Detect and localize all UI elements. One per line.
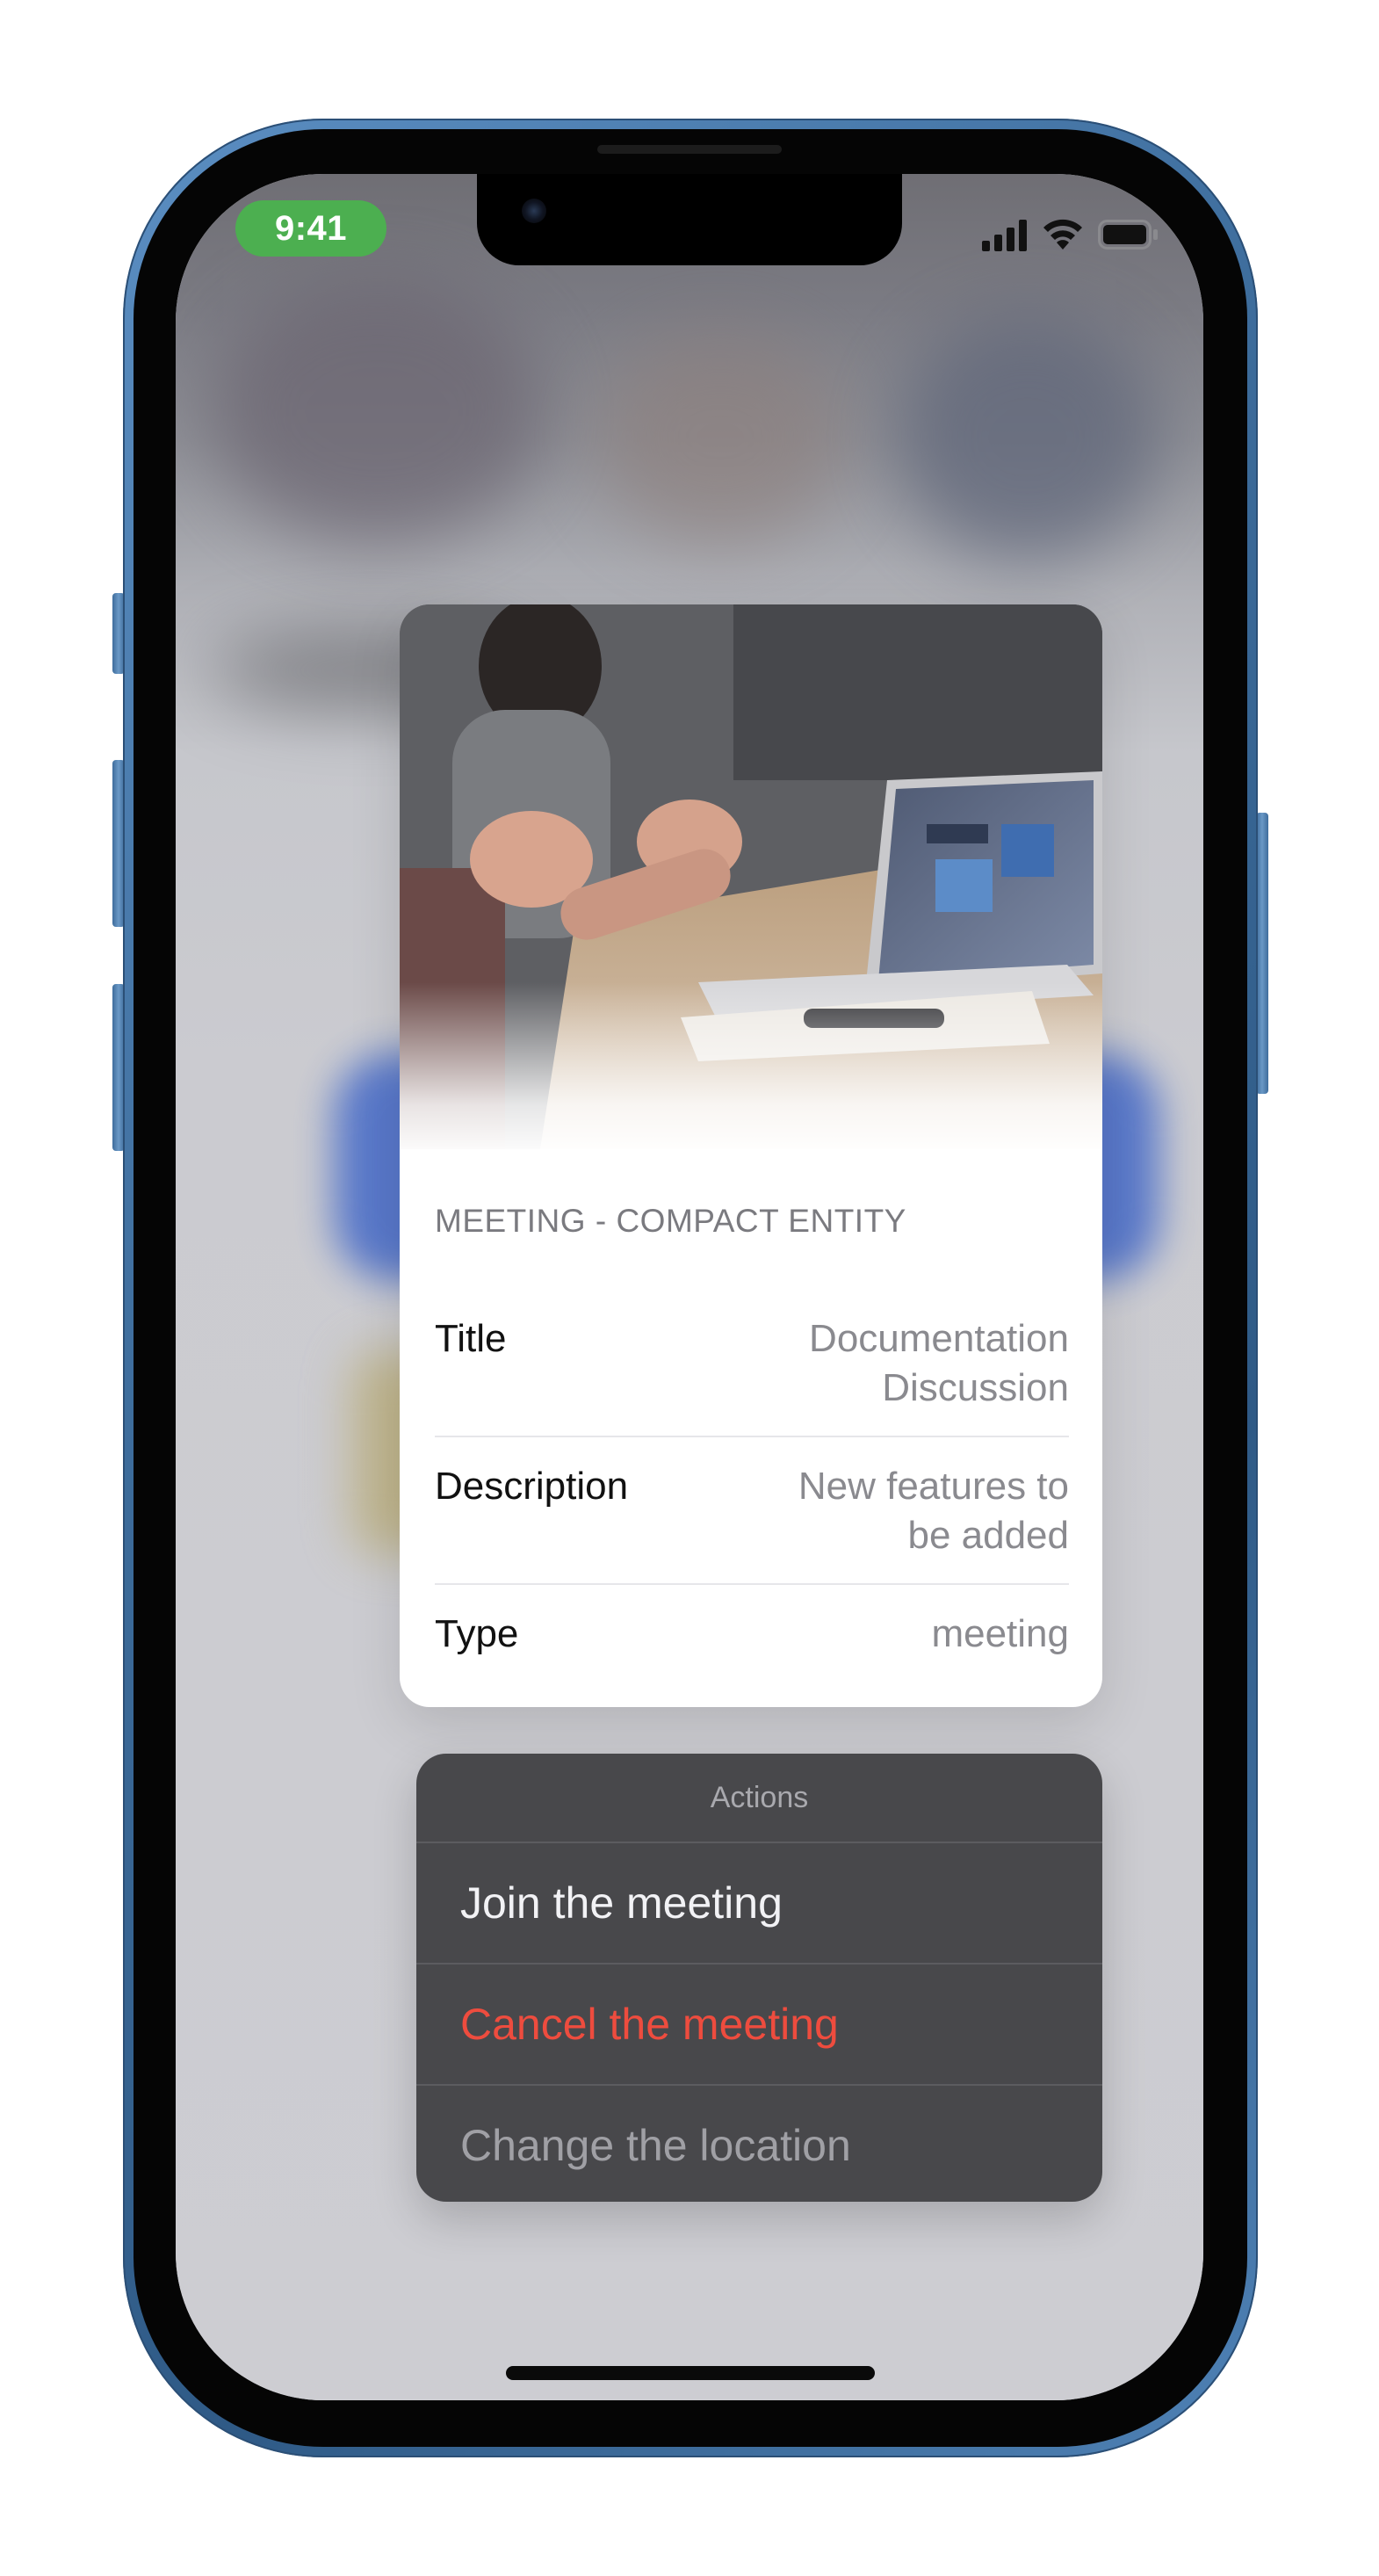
image-fade-overlay bbox=[400, 982, 1102, 1149]
power-button bbox=[1256, 813, 1268, 1094]
detail-key: Type bbox=[435, 1612, 519, 1655]
detail-row-title: Title Documentation Discussion bbox=[435, 1290, 1069, 1437]
detail-value-line: Discussion bbox=[882, 1366, 1069, 1409]
status-time: 9:41 bbox=[235, 200, 386, 257]
background-blur-shape bbox=[211, 279, 545, 543]
entity-details: MEETING - COMPACT ENTITY Title Documenta… bbox=[435, 1149, 1069, 1682]
battery-icon bbox=[1098, 220, 1158, 250]
actions-menu-title: Actions bbox=[416, 1754, 1102, 1843]
detail-value-line: Documentation bbox=[809, 1317, 1069, 1360]
actions-context-menu: Actions Join the meeting Cancel the meet… bbox=[416, 1754, 1102, 2202]
background-blur-shape bbox=[597, 332, 843, 543]
entity-preview-card[interactable]: MEETING - COMPACT ENTITY Title Documenta… bbox=[400, 604, 1102, 1707]
detail-value-line: New features to bbox=[798, 1465, 1069, 1508]
phone-screen: MEETING - COMPACT ENTITY Title Documenta… bbox=[176, 174, 1203, 2400]
home-indicator[interactable] bbox=[506, 2366, 875, 2380]
detail-row-type: Type meeting bbox=[435, 1585, 1069, 1682]
cellular-signal-icon bbox=[982, 220, 1027, 251]
detail-value: meeting bbox=[931, 1604, 1069, 1659]
front-camera bbox=[522, 199, 546, 223]
detail-value-line: be added bbox=[907, 1514, 1069, 1557]
meeting-photo bbox=[400, 604, 1102, 1149]
wifi-icon bbox=[1043, 219, 1082, 250]
page: MEETING - COMPACT ENTITY Title Documenta… bbox=[0, 0, 1379, 2576]
detail-value: New features to be added bbox=[798, 1457, 1069, 1560]
detail-value: Documentation Discussion bbox=[809, 1309, 1069, 1413]
join-meeting-action[interactable]: Join the meeting bbox=[416, 1843, 1102, 1965]
detail-key: Description bbox=[435, 1465, 629, 1508]
detail-row-description: Description New features to be added bbox=[435, 1437, 1069, 1585]
cancel-meeting-action[interactable]: Cancel the meeting bbox=[416, 1965, 1102, 2086]
detail-key: Title bbox=[435, 1317, 507, 1360]
entity-type-header: MEETING - COMPACT ENTITY bbox=[435, 1203, 906, 1239]
detail-value-line: meeting bbox=[931, 1612, 1069, 1655]
background-blur-shape bbox=[896, 315, 1159, 561]
change-location-action[interactable]: Change the location bbox=[416, 2086, 1102, 2202]
earpiece-speaker bbox=[597, 145, 782, 154]
